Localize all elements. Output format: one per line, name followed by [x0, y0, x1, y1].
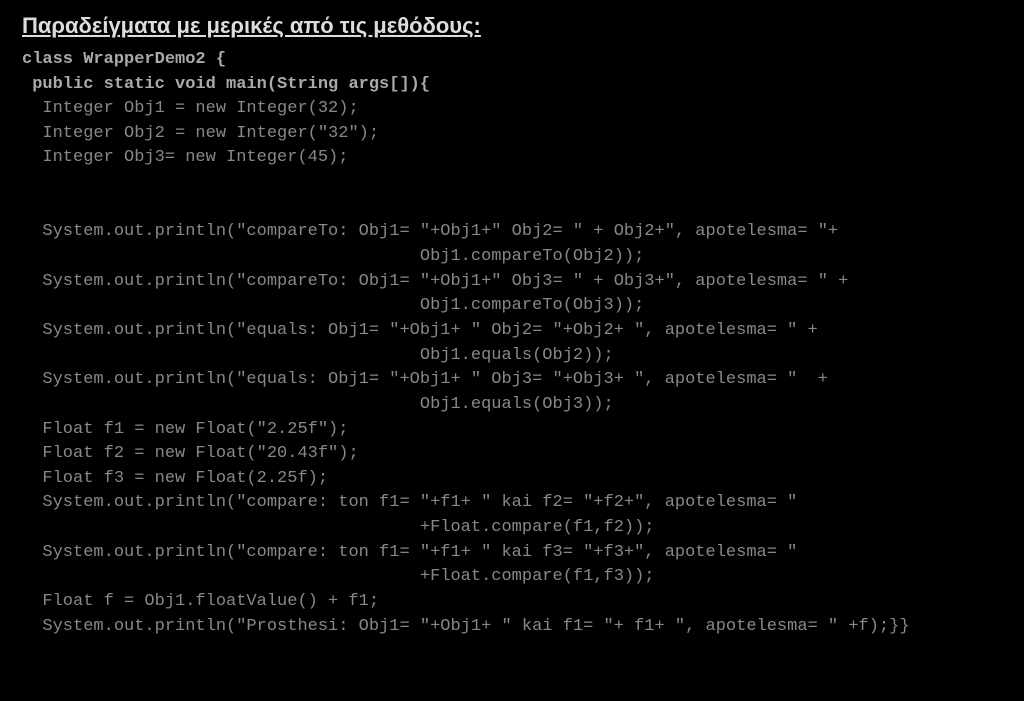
code-line: System.out.println("compareTo: Obj1= "+O…: [22, 272, 848, 291]
code-line: System.out.println("equals: Obj1= "+Obj1…: [22, 370, 828, 389]
section-heading: Παραδείγματα με μερικές από τις μεθόδους…: [22, 10, 1002, 42]
code-line: public static void main(String args[]){: [22, 75, 430, 94]
code-line: System.out.println("Prosthesi: Obj1= "+O…: [22, 617, 910, 636]
slide-content: Παραδείγματα με μερικές από τις μεθόδους…: [0, 0, 1024, 649]
code-line: Integer Obj1 = new Integer(32);: [22, 99, 359, 118]
code-line: Integer Obj2 = new Integer("32");: [22, 124, 379, 143]
code-line: +Float.compare(f1,f2));: [22, 518, 655, 537]
code-line: Obj1.equals(Obj2));: [22, 346, 614, 365]
code-line: Float f2 = new Float("20.43f");: [22, 444, 359, 463]
code-line: System.out.println("equals: Obj1= "+Obj1…: [22, 321, 818, 340]
code-line: System.out.println("compare: ton f1= "+f…: [22, 543, 797, 562]
code-line: System.out.println("compare: ton f1= "+f…: [22, 493, 797, 512]
code-block: class WrapperDemo2 { public static void …: [22, 48, 1002, 639]
code-line: Float f1 = new Float("2.25f");: [22, 420, 348, 439]
code-line: Float f = Obj1.floatValue() + f1;: [22, 592, 379, 611]
code-line: class WrapperDemo2 {: [22, 50, 226, 69]
code-line: Obj1.equals(Obj3));: [22, 395, 614, 414]
code-line: Obj1.compareTo(Obj2));: [22, 247, 644, 266]
code-line: Float f3 = new Float(2.25f);: [22, 469, 328, 488]
code-line: Integer Obj3= new Integer(45);: [22, 148, 348, 167]
code-line: Obj1.compareTo(Obj3));: [22, 296, 644, 315]
code-line: +Float.compare(f1,f3));: [22, 567, 655, 586]
code-line: System.out.println("compareTo: Obj1= "+O…: [22, 222, 838, 241]
